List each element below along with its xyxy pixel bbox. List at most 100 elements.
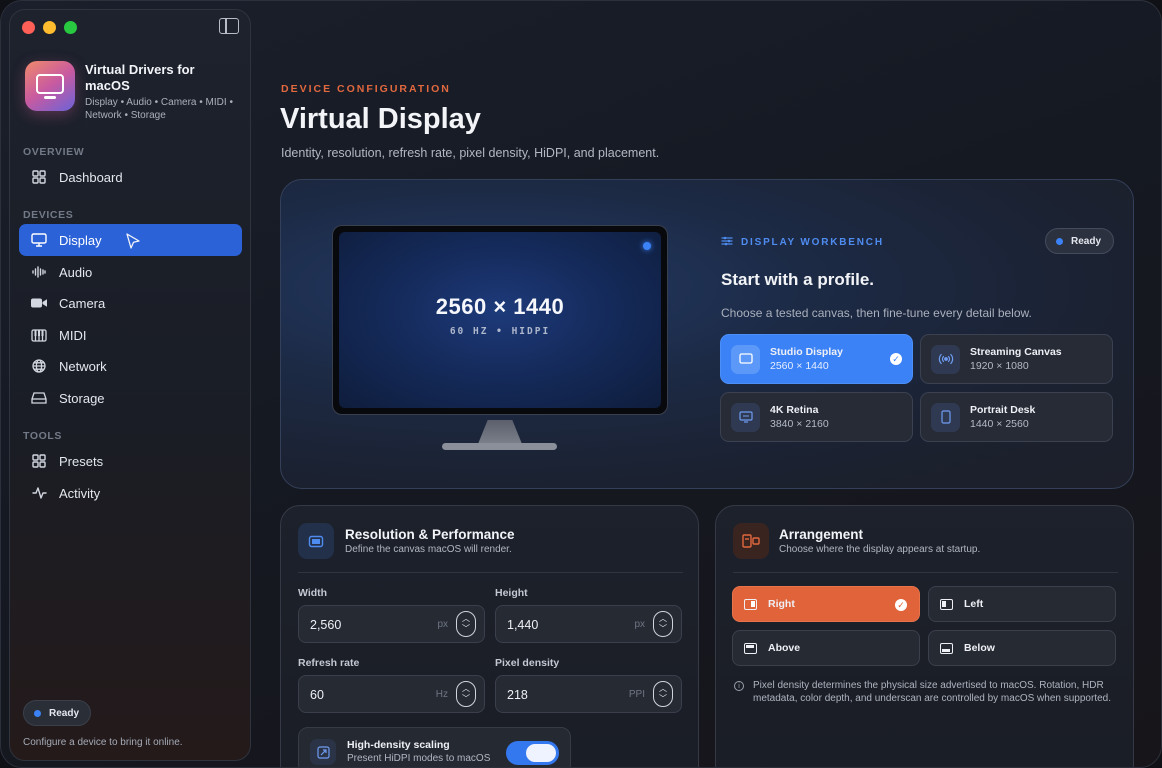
width-stepper[interactable]: ︿ ﹀ — [456, 611, 476, 637]
piano-keys-icon — [31, 327, 47, 343]
chevron-up-icon[interactable]: ︿ — [462, 684, 470, 694]
profile-streaming-canvas[interactable]: Streaming Canvas 1920 × 1080 — [920, 334, 1113, 384]
chevron-up-icon[interactable]: ︿ — [462, 614, 470, 624]
sidebar-toggle-icon[interactable] — [219, 18, 239, 34]
placement-label: Right — [768, 598, 795, 610]
hidpi-subtitle: Present HiDPI modes to macOS — [347, 753, 491, 764]
placement-below-icon — [940, 642, 953, 654]
sidebar-item-midi[interactable]: MIDI — [19, 319, 242, 351]
hidpi-title: High-density scaling — [347, 739, 450, 751]
arrangement-icon — [733, 523, 769, 559]
hidpi-toggle[interactable] — [506, 741, 559, 765]
chevron-up-icon[interactable]: ︿ — [659, 614, 667, 624]
placement-label: Below — [964, 642, 995, 654]
pixel-density-value: 218 — [507, 688, 528, 702]
pixel-density-field[interactable]: 218 PPI ︿ ﹀ — [495, 675, 682, 713]
refresh-rate-stepper[interactable]: ︿ ﹀ — [456, 681, 476, 707]
app-logo-icon — [25, 61, 75, 111]
page-subtitle: Identity, resolution, refresh rate, pixe… — [281, 146, 660, 160]
placement-right-icon — [744, 598, 757, 610]
chevron-down-icon[interactable]: ﹀ — [659, 624, 667, 634]
placement-label: Left — [964, 598, 984, 610]
placement-left-button[interactable]: Left — [928, 586, 1116, 622]
chevron-down-icon[interactable]: ﹀ — [659, 694, 667, 704]
sidebar-item-camera[interactable]: Camera — [19, 287, 242, 319]
minimize-window-button[interactable] — [43, 21, 56, 34]
display-preview: 2560 × 1440 60 HZ • HIDPI — [332, 225, 668, 415]
checkmark-icon: ✓ — [895, 599, 907, 611]
chevron-up-icon[interactable]: ︿ — [659, 684, 667, 694]
pixel-density-label: Pixel density — [495, 657, 560, 669]
profile-resolution: 1440 × 2560 — [970, 418, 1029, 430]
checkmark-icon: ✓ — [890, 353, 902, 365]
sidebar-item-audio[interactable]: Audio — [19, 256, 242, 288]
mouse-pointer-icon — [126, 233, 140, 249]
divider — [298, 572, 683, 573]
placement-label: Above — [768, 642, 801, 654]
info-icon: i — [734, 681, 744, 691]
app-subtitle: Display • Audio • Camera • MIDI • Networ… — [85, 97, 233, 121]
toggle-knob — [526, 744, 556, 762]
width-field[interactable]: 2,560 px ︿ ﹀ — [298, 605, 485, 643]
hidpi-scaling-row[interactable]: High-density scaling Present HiDPI modes… — [298, 727, 571, 767]
display-preview-screen: 2560 × 1440 60 HZ • HIDPI — [339, 232, 661, 408]
sidebar-item-network[interactable]: Network — [19, 350, 242, 382]
chevron-down-icon[interactable]: ﹀ — [462, 624, 470, 634]
sidebar-item-label: Network — [59, 358, 107, 374]
refresh-rate-field[interactable]: 60 Hz ︿ ﹀ — [298, 675, 485, 713]
profile-name: 4K Retina — [770, 404, 819, 416]
arrangement-note-text: Pixel density determines the physical si… — [753, 680, 1111, 704]
height-label: Height — [495, 587, 528, 599]
page-eyebrow: DEVICE CONFIGURATION — [281, 83, 451, 95]
profile-portrait-desk[interactable]: Portrait Desk 1440 × 2560 — [920, 392, 1113, 442]
sidebar-footer-hint: Configure a device to bring it online. — [23, 737, 183, 748]
sidebar-item-label: Display — [59, 232, 102, 248]
placement-right-button[interactable]: Right ✓ — [732, 586, 920, 622]
width-unit: px — [437, 619, 448, 630]
sidebar-item-label: Audio — [59, 264, 93, 280]
sidebar-item-label: Activity — [59, 485, 101, 501]
power-indicator-icon — [643, 242, 651, 250]
tablet-icon — [931, 402, 960, 432]
preview-resolution: 2560 × 1440 — [435, 294, 565, 319]
sidebar-item-label: Presets — [59, 453, 104, 469]
waveform-icon — [31, 264, 47, 280]
placement-above-button[interactable]: Above — [732, 630, 920, 666]
sidebar-item-label: Camera — [59, 295, 106, 311]
window-controls — [22, 21, 77, 34]
height-stepper[interactable]: ︿ ﹀ — [653, 611, 673, 637]
sidebar-item-presets[interactable]: Presets — [19, 445, 242, 477]
placement-left-icon — [940, 598, 953, 610]
status-label: Ready — [1071, 235, 1102, 247]
profile-studio-display[interactable]: Studio Display 2560 × 1440 ✓ — [720, 334, 913, 384]
sidebar-item-storage[interactable]: Storage — [19, 382, 242, 414]
status-label: Ready — [49, 707, 80, 719]
workbench-title: Start with a profile. — [721, 270, 875, 289]
profile-name: Streaming Canvas — [970, 346, 1062, 358]
width-label: Width — [298, 587, 328, 599]
profile-resolution: 3840 × 2160 — [770, 418, 829, 430]
section-label-devices: DEVICES — [23, 209, 74, 221]
height-field[interactable]: 1,440 px ︿ ﹀ — [495, 605, 682, 643]
zoom-window-button[interactable] — [64, 21, 77, 34]
display-icon — [31, 232, 47, 248]
grid-icon — [31, 169, 47, 185]
profile-resolution: 2560 × 1440 — [770, 360, 829, 372]
pixel-density-stepper[interactable]: ︿ ﹀ — [653, 681, 673, 707]
status-badge: Ready — [23, 700, 92, 726]
section-label-overview: OVERVIEW — [23, 146, 85, 158]
monitor-stand-icon — [478, 420, 522, 444]
placement-above-icon — [744, 642, 757, 654]
display-icon — [298, 523, 334, 559]
sidebar-item-dashboard[interactable]: Dashboard — [19, 161, 242, 193]
refresh-rate-label: Refresh rate — [298, 657, 360, 669]
card-title: Arrangement — [779, 527, 864, 542]
sidebar-item-activity[interactable]: Activity — [19, 477, 242, 509]
profile-4k-retina[interactable]: 4K Retina 3840 × 2160 — [720, 392, 913, 442]
height-value: 1,440 — [507, 618, 539, 632]
close-window-button[interactable] — [22, 21, 35, 34]
card-title: Resolution & Performance — [345, 527, 515, 542]
placement-below-button[interactable]: Below — [928, 630, 1116, 666]
workbench-status-badge: Ready — [1045, 228, 1115, 254]
chevron-down-icon[interactable]: ﹀ — [462, 694, 470, 704]
